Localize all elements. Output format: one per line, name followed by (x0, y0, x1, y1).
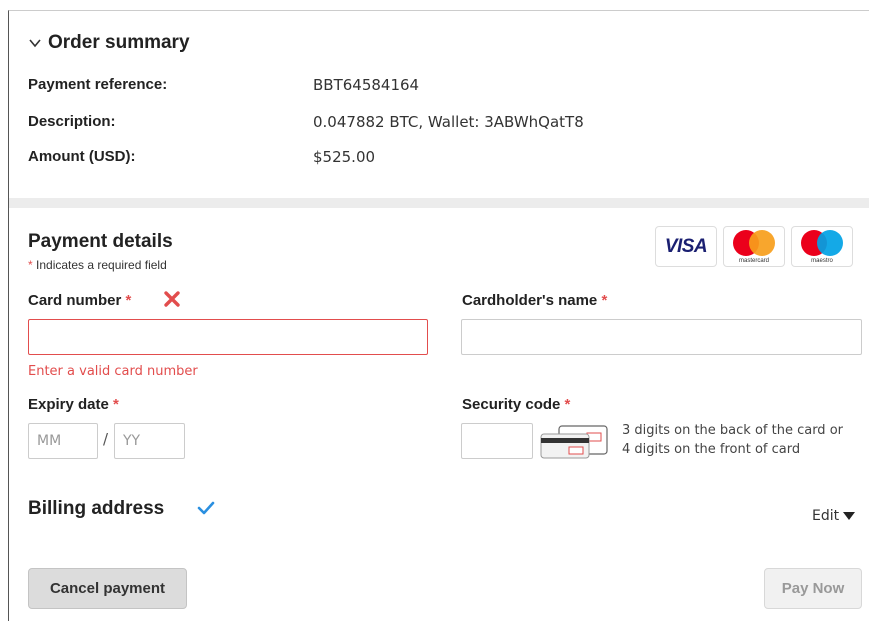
order-summary-title: Order summary (48, 32, 190, 53)
accepted-cards: VISA mastercard maestro (655, 226, 853, 267)
caret-down-icon (843, 512, 856, 520)
card-cvv-icon (540, 425, 608, 459)
security-code-label: Security code * (462, 396, 571, 413)
payment-panel (8, 10, 869, 621)
card-number-input[interactable] (28, 319, 428, 355)
required-field-note: * Indicates a required field (28, 258, 167, 272)
billing-edit-link[interactable]: Edit (812, 508, 856, 524)
card-number-error: Enter a valid card number (28, 364, 198, 379)
visa-logo: VISA (655, 226, 717, 267)
payment-reference-value: BBT64584164 (313, 76, 420, 94)
amount-label: Amount (USD): (28, 148, 136, 165)
payment-details-title: Payment details (28, 231, 173, 252)
cardholder-name-label: Cardholder's name * (462, 292, 608, 309)
payment-reference-label: Payment reference: (28, 76, 168, 93)
mastercard-logo: mastercard (723, 226, 785, 267)
description-label: Description: (28, 113, 116, 130)
pay-now-button[interactable]: Pay Now (764, 568, 862, 609)
billing-edit-label: Edit (812, 508, 840, 524)
expiry-separator: / (103, 430, 109, 448)
description-value: 0.047882 BTC, Wallet: 3ABWhQatT8 (313, 113, 584, 131)
error-x-icon (164, 291, 180, 307)
billing-address-title: Billing address (28, 498, 165, 519)
amount-value: $525.00 (313, 148, 376, 166)
card-number-label: Card number * (28, 292, 132, 309)
expiry-month-input[interactable] (28, 423, 98, 459)
check-icon (197, 501, 215, 515)
expiry-date-label: Expiry date * (28, 396, 119, 413)
chevron-down-icon (29, 39, 41, 48)
security-code-input[interactable] (461, 423, 533, 459)
security-code-hint: 3 digits on the back of the card or 4 di… (622, 423, 843, 457)
cancel-payment-button[interactable]: Cancel payment (28, 568, 187, 609)
section-divider (9, 198, 869, 208)
maestro-logo: maestro (791, 226, 853, 267)
expiry-year-input[interactable] (114, 423, 185, 459)
order-summary-toggle[interactable]: Order summary (28, 32, 190, 54)
cardholder-name-input[interactable] (461, 319, 862, 355)
